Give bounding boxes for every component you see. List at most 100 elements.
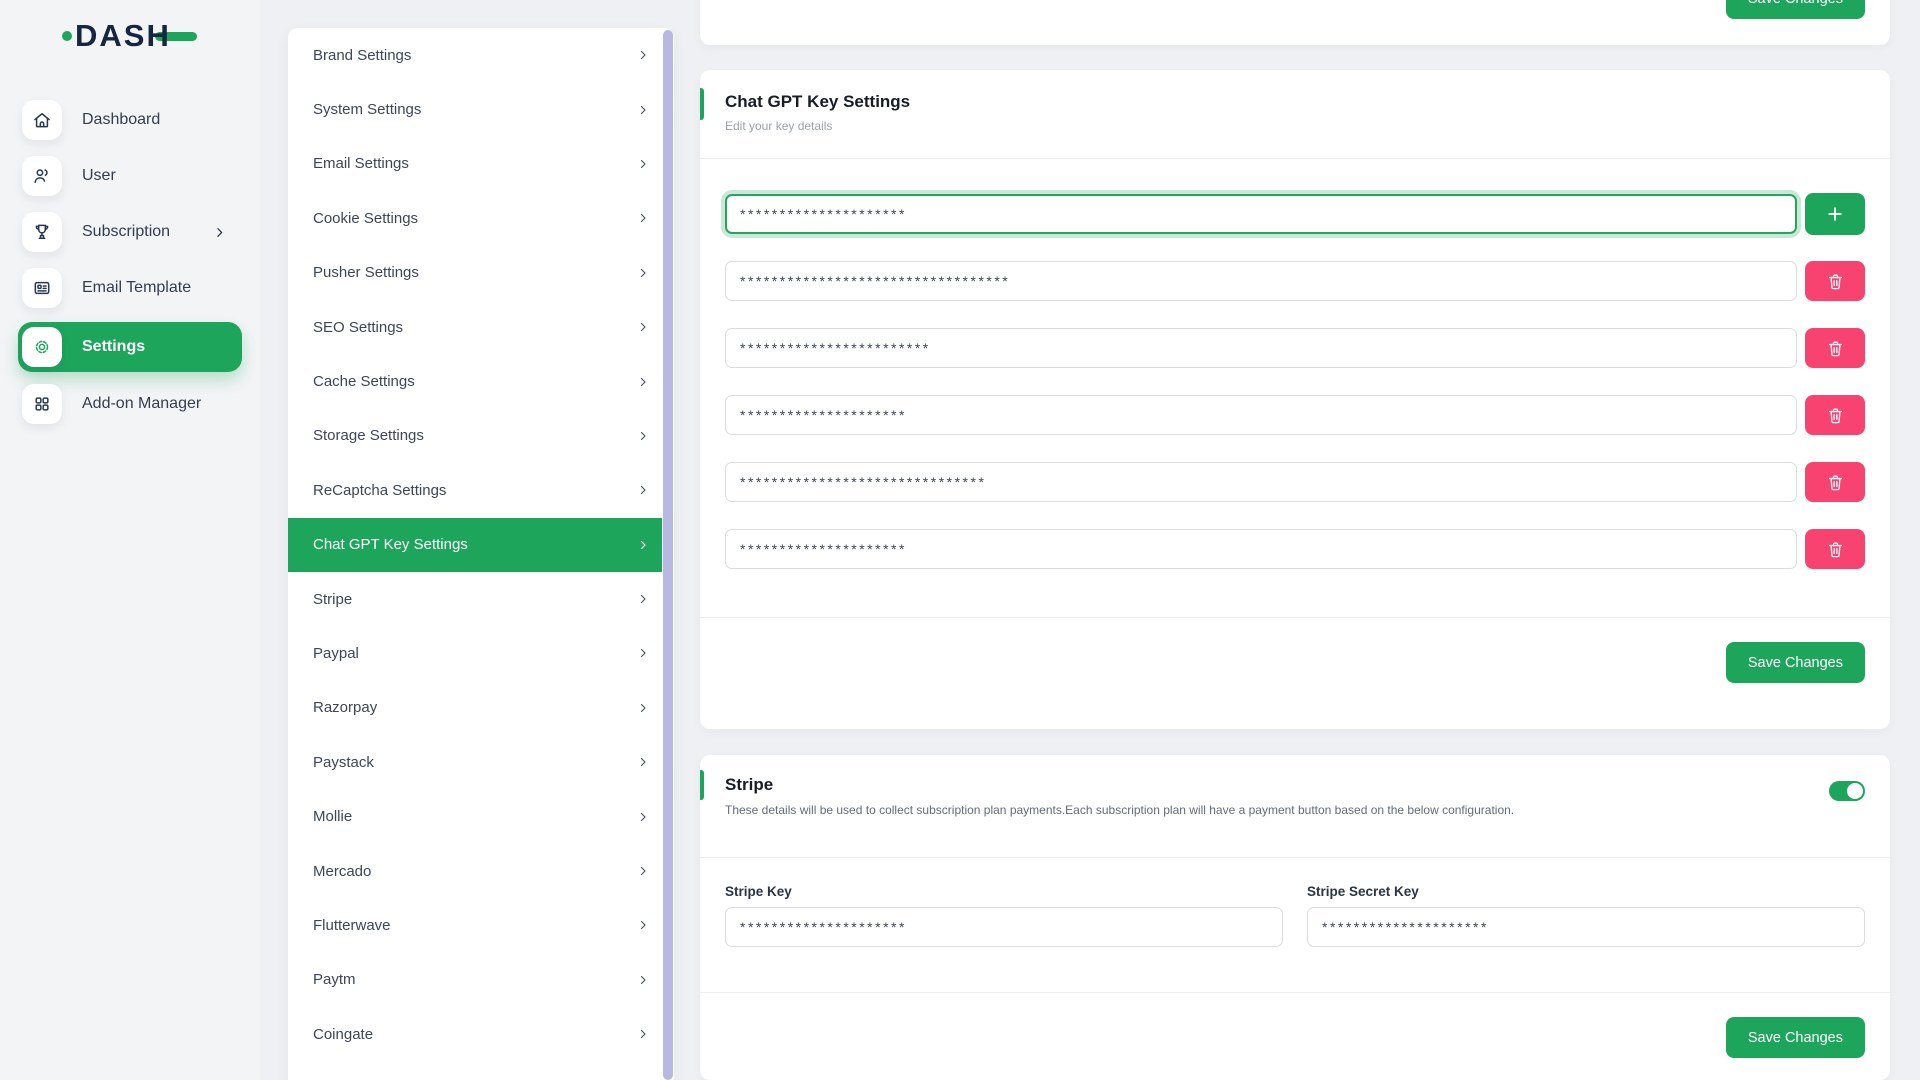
chevron-right-icon [637, 484, 649, 496]
previous-settings-card: Save Changes [700, 0, 1890, 45]
trash-icon [1826, 473, 1845, 492]
delete-key-button[interactable] [1805, 395, 1865, 435]
chevron-right-icon [637, 321, 649, 333]
users-icon [22, 156, 62, 196]
submenu-item-paystack[interactable]: Paystack [288, 735, 674, 789]
chevron-right-icon [213, 226, 226, 239]
stripe-key-input[interactable] [725, 907, 1283, 947]
gear-icon [22, 327, 62, 367]
grid-icon [22, 384, 62, 424]
chevron-right-icon [637, 974, 649, 986]
accent-bar [700, 88, 704, 120]
card-header: Chat GPT Key Settings Edit your key deta… [700, 70, 1890, 159]
app-root: DASH Dashboard User Subscription [0, 0, 1920, 1080]
delete-key-button[interactable] [1805, 328, 1865, 368]
submenu-item-email-settings[interactable]: Email Settings [288, 137, 674, 191]
submenu-item-paypal[interactable]: Paypal [288, 626, 674, 680]
api-key-row [725, 327, 1865, 369]
sidebar-item-dashboard[interactable]: Dashboard [22, 100, 260, 140]
submenu-item-cookie-settings[interactable]: Cookie Settings [288, 191, 674, 245]
add-key-button[interactable] [1805, 193, 1865, 235]
submenu-scrollbar[interactable] [663, 30, 673, 1080]
card-footer: Save Changes [700, 992, 1890, 1058]
card-header: Stripe These details will be used to col… [700, 755, 1890, 858]
api-key-input[interactable] [725, 395, 1797, 435]
submenu-item-paytm[interactable]: Paytm [288, 953, 674, 1007]
card-title: Chat GPT Key Settings [725, 92, 1865, 112]
submenu-item-coingate[interactable]: Coingate [288, 1007, 674, 1061]
sidebar-item-email-template[interactable]: Email Template [22, 268, 260, 308]
chevron-right-icon [637, 430, 649, 442]
submenu-item-storage-settings[interactable]: Storage Settings [288, 409, 674, 463]
api-key-row [725, 193, 1865, 235]
submenu-item-seo-settings[interactable]: SEO Settings [288, 300, 674, 354]
save-changes-button[interactable]: Save Changes [1726, 0, 1865, 19]
plus-icon [1825, 204, 1845, 224]
chevron-right-icon [637, 158, 649, 170]
chevron-right-icon [637, 267, 649, 279]
sidebar-item-subscription[interactable]: Subscription [22, 212, 260, 252]
submenu-item-recaptcha-settings[interactable]: ReCaptcha Settings [288, 463, 674, 517]
submenu-item-mercado[interactable]: Mercado [288, 844, 674, 898]
sidebar: DASH Dashboard User Subscription [0, 0, 260, 1080]
chevron-right-icon [637, 919, 649, 931]
sidebar-item-user[interactable]: User [22, 156, 260, 196]
toggle-knob [1847, 783, 1863, 799]
sidebar-item-add-on-manager[interactable]: Add-on Manager [22, 384, 260, 424]
submenu-item-label: Paypal [313, 645, 359, 662]
submenu-item-label: Paytm [313, 971, 356, 988]
api-key-input[interactable] [725, 194, 1797, 234]
stripe-enabled-toggle[interactable] [1829, 781, 1865, 801]
submenu-item-label: Stripe [313, 591, 352, 608]
trophy-icon [22, 212, 62, 252]
card-description: These details will be used to collect su… [725, 803, 1865, 817]
save-changes-button[interactable]: Save Changes [1726, 642, 1865, 683]
chevron-right-icon [637, 212, 649, 224]
api-key-row [725, 528, 1865, 570]
submenu-item-label: ReCaptcha Settings [313, 482, 446, 499]
submenu-item-label: Chat GPT Key Settings [313, 536, 468, 553]
submenu-item-label: Email Settings [313, 155, 409, 172]
submenu-item-mollie[interactable]: Mollie [288, 789, 674, 843]
api-key-input[interactable] [725, 261, 1797, 301]
chatgpt-key-settings-card: Chat GPT Key Settings Edit your key deta… [700, 70, 1890, 729]
delete-key-button[interactable] [1805, 462, 1865, 502]
delete-key-button[interactable] [1805, 529, 1865, 569]
submenu-item-system-settings[interactable]: System Settings [288, 82, 674, 136]
sidebar-item-settings[interactable]: Settings [18, 322, 242, 372]
submenu-item-label: System Settings [313, 101, 421, 118]
stripe-key-field: Stripe Key [725, 884, 1283, 947]
brand-logo[interactable]: DASH [62, 16, 197, 56]
chevron-right-icon [637, 1028, 649, 1040]
api-key-input[interactable] [725, 529, 1797, 569]
sidebar-item-label: Subscription [82, 223, 170, 241]
stripe-settings-card: Stripe These details will be used to col… [700, 755, 1890, 1080]
sidebar-item-label: Dashboard [82, 111, 160, 129]
submenu-item-label: Coingate [313, 1026, 373, 1043]
stripe-secret-key-field: Stripe Secret Key [1307, 884, 1865, 947]
sidebar-item-label: Add-on Manager [82, 395, 201, 413]
submenu-item-chat-gpt-key-settings[interactable]: Chat GPT Key Settings [288, 518, 662, 572]
submenu-item-label: Mercado [313, 863, 371, 880]
submenu-item-pusher-settings[interactable]: Pusher Settings [288, 246, 674, 300]
submenu-item-cache-settings[interactable]: Cache Settings [288, 354, 674, 408]
stripe-secret-key-input[interactable] [1307, 907, 1865, 947]
submenu-item-razorpay[interactable]: Razorpay [288, 681, 674, 735]
sidebar-item-label: Settings [82, 338, 145, 356]
delete-key-button[interactable] [1805, 261, 1865, 301]
sidebar-item-label: User [82, 167, 116, 185]
chevron-right-icon [637, 104, 649, 116]
stripe-key-label: Stripe Key [725, 884, 1283, 899]
api-key-input[interactable] [725, 462, 1797, 502]
chevron-right-icon [637, 376, 649, 388]
card-footer: Save Changes [700, 617, 1890, 683]
api-key-input[interactable] [725, 328, 1797, 368]
save-changes-button[interactable]: Save Changes [1726, 1017, 1865, 1058]
submenu-item-stripe[interactable]: Stripe [288, 572, 674, 626]
submenu-item-flutterwave[interactable]: Flutterwave [288, 898, 674, 952]
chevron-right-icon [637, 593, 649, 605]
submenu-item-label: Paystack [313, 754, 374, 771]
submenu-item-brand-settings[interactable]: Brand Settings [288, 28, 674, 82]
template-icon [22, 268, 62, 308]
submenu-item-skrill[interactable]: Skrill [288, 1061, 674, 1080]
